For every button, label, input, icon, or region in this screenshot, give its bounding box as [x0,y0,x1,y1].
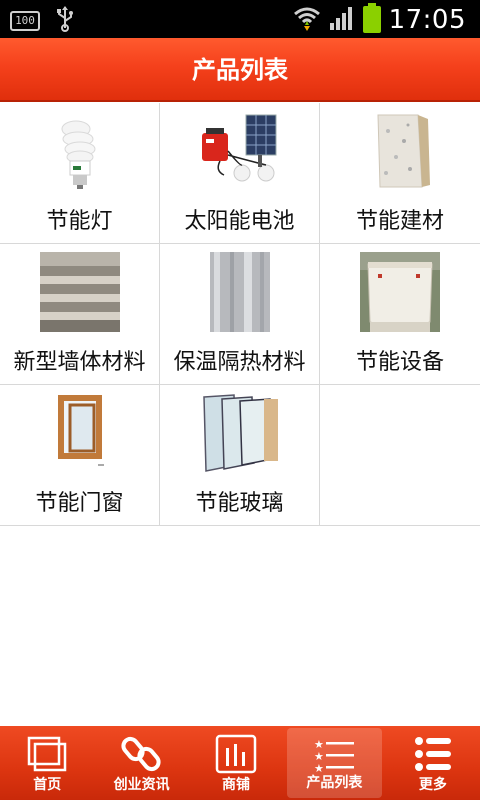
bottom-nav: 首页 创业资讯 商铺 ★ ★ ★ 产品列表 更多 [0,726,480,800]
cfl-bulb-icon [61,120,96,189]
status-bar: 100 17:05 [0,0,480,38]
battery-icon [362,3,381,37]
nav-home[interactable]: 首页 [0,726,94,800]
cooling-tower-icon [360,252,440,332]
product-label: 太阳能电池 [184,209,295,234]
product-label: 保温隔热材料 [173,350,306,375]
sd-card-indicator: 100 [10,11,40,31]
product-label: 节能门窗 [35,491,124,516]
nav-label: 首页 [33,777,62,793]
signal-icon [329,5,355,35]
wifi-icon [293,4,321,36]
product-item-equipment[interactable]: 节能设备 [320,244,480,385]
nav-store[interactable]: 商铺 [189,726,283,800]
product-label: 节能建材 [355,209,444,234]
panel-board-icon [360,111,440,191]
solar-kit-icon [202,114,277,182]
product-item-building-material[interactable]: 节能建材 [320,103,480,244]
product-item-solar[interactable]: 太阳能电池 [160,103,320,244]
product-item-cfl[interactable]: 节能灯 [0,103,160,244]
store-bars-icon [215,734,257,774]
status-right: 17:05 [293,3,466,37]
wall-stack-icon [40,252,120,332]
product-label: 节能设备 [355,350,444,375]
nav-label: 创业资讯 [113,777,170,793]
page-title-bar: 产品列表 [0,38,480,102]
home-pages-icon [27,736,67,772]
nav-news[interactable]: 创业资讯 [94,726,188,800]
product-grid: 节能灯 太阳能电池 节能建材 新型墙体材料 保温隔热材料 节能设备 节能门窗 节… [0,103,480,526]
product-item-doors-windows[interactable]: 节能门窗 [0,385,160,526]
product-item-glass[interactable]: 节能玻璃 [160,385,320,526]
nav-label: 更多 [418,777,447,793]
nav-more[interactable]: 更多 [386,726,480,800]
clock: 17:05 [388,5,466,35]
status-left: 100 [10,6,74,36]
product-item-wall-material[interactable]: 新型墙体材料 [0,244,160,385]
empty-cell [320,385,480,526]
page-title: 产品列表 [192,56,288,84]
product-label: 节能玻璃 [195,491,284,516]
usb-icon [56,6,74,36]
nav-product-list[interactable]: ★ ★ ★ 产品列表 [287,728,382,798]
glass-panes-icon [200,393,280,473]
more-list-icon [414,737,451,771]
nav-label: 商铺 [222,777,251,793]
window-frame-icon [40,393,120,473]
foil-insulation-icon [200,252,280,332]
product-label: 新型墙体材料 [13,350,146,375]
star-list-icon: ★ ★ ★ [314,738,355,775]
nav-label: 产品列表 [306,775,363,791]
product-item-insulation[interactable]: 保温隔热材料 [160,244,320,385]
product-label: 节能灯 [46,209,113,234]
link-chain-icon [121,736,161,772]
